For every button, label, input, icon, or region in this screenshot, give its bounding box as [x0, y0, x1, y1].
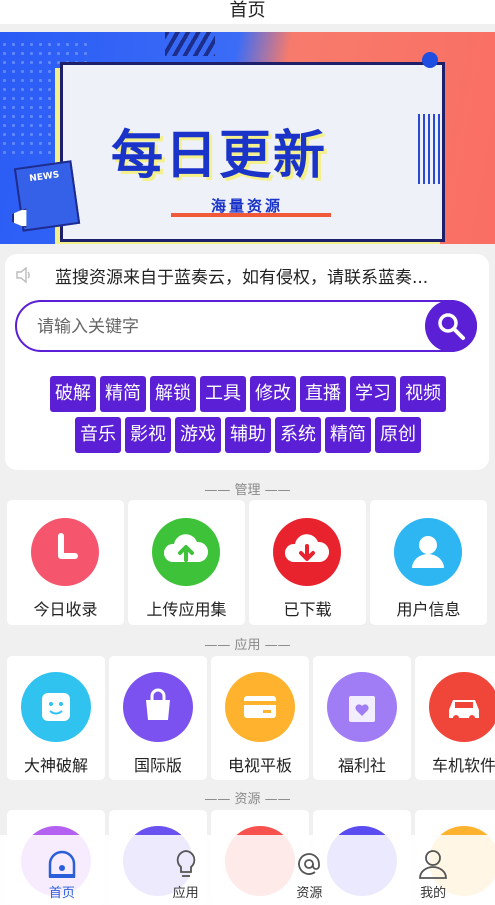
manage-upload-label: 上传应用集 — [146, 600, 227, 619]
tag-lite[interactable]: 精简 — [100, 376, 146, 412]
app-crack[interactable]: 大神破解 — [7, 656, 105, 780]
tag-lite-2[interactable]: 精简 — [325, 417, 371, 453]
banner-headline: 每日更新 — [111, 126, 328, 186]
search-icon — [438, 313, 465, 340]
search-box — [15, 300, 477, 352]
app-tv-tablet[interactable]: 电视平板 — [211, 656, 309, 780]
tab-apps-label: 应用 — [172, 886, 199, 901]
tag-assist[interactable]: 辅助 — [225, 417, 271, 453]
manage-upload[interactable]: 上传应用集 — [128, 500, 245, 625]
tag-live[interactable]: 直播 — [300, 376, 346, 412]
section-title-manage: —— 管理 —— — [204, 483, 291, 498]
search-input[interactable] — [37, 314, 407, 340]
tab-home-label: 首页 — [48, 886, 75, 901]
wallet-card-icon — [225, 672, 295, 742]
tag-tools[interactable]: 工具 — [200, 376, 246, 412]
news-badge-text: NEWS — [28, 170, 60, 185]
tab-apps[interactable]: 应用 — [124, 835, 248, 905]
notice-bar[interactable]: 蓝搜资源来自于蓝奏云，如有侵权，请联系蓝奏... — [15, 262, 485, 288]
apps-grid: 大神破解 国际版 电视平板 福利社 车机软件 — [7, 656, 495, 780]
tag-video[interactable]: 视频 — [400, 376, 446, 412]
banner-stripes — [165, 32, 215, 56]
tag-original[interactable]: 原创 — [375, 417, 421, 453]
tag-cloud: 破解 精简 解锁 工具 修改 直播 学习 视频 音乐 影视 游戏 辅助 系统 精… — [17, 376, 479, 458]
tag-unlock[interactable]: 解锁 — [150, 376, 196, 412]
user-icon — [394, 518, 462, 586]
tag-modify[interactable]: 修改 — [250, 376, 296, 412]
lightbulb-icon — [169, 847, 203, 885]
manage-today-label: 今日收录 — [33, 600, 98, 619]
tag-games[interactable]: 游戏 — [175, 417, 221, 453]
tab-mine-label: 我的 — [420, 886, 447, 901]
tag-row-2: 音乐 影视 游戏 辅助 系统 精简 原创 — [17, 417, 479, 453]
tag-study[interactable]: 学习 — [350, 376, 396, 412]
app-crack-label: 大神破解 — [23, 756, 88, 775]
speaker-icon — [15, 266, 33, 284]
banner-bars-decoration — [418, 114, 442, 184]
manage-downloaded[interactable]: 已下载 — [249, 500, 366, 625]
app-welfare-label: 福利社 — [337, 756, 386, 775]
app-car-label: 车机软件 — [431, 756, 495, 775]
search-button[interactable] — [425, 300, 477, 352]
heart-box-icon — [327, 672, 397, 742]
tag-movies[interactable]: 影视 — [125, 417, 171, 453]
app-international-label: 国际版 — [133, 756, 182, 775]
tab-resources[interactable]: 资源 — [248, 835, 372, 905]
tag-system[interactable]: 系统 — [275, 417, 321, 453]
tag-row-1: 破解 精简 解锁 工具 修改 直播 学习 视频 — [17, 376, 479, 412]
manage-downloaded-label: 已下载 — [283, 600, 332, 619]
manage-user-info-label: 用户信息 — [396, 600, 461, 619]
section-title-resources: —— 资源 —— — [204, 792, 291, 807]
tag-music[interactable]: 音乐 — [75, 417, 121, 453]
banner-dot-decoration — [422, 52, 438, 68]
manage-grid: 今日收录 上传应用集 已下载 用户信息 — [7, 500, 487, 625]
manage-user-info[interactable]: 用户信息 — [370, 500, 487, 625]
at-sign-icon — [292, 847, 326, 885]
page-title: 首页 — [0, 0, 495, 24]
app-welfare[interactable]: 福利社 — [313, 656, 411, 780]
car-icon — [429, 672, 495, 742]
tab-mine[interactable]: 我的 — [371, 835, 495, 905]
cloud-upload-icon — [152, 518, 220, 586]
section-title-apps: —— 应用 —— — [204, 638, 291, 653]
shopping-bag-icon — [123, 672, 193, 742]
manage-today[interactable]: 今日收录 — [7, 500, 124, 625]
search-panel: 蓝搜资源来自于蓝奏云，如有侵权，请联系蓝奏... 破解 精简 解锁 工具 修改 … — [5, 254, 489, 470]
clock-icon — [31, 518, 99, 586]
app-tv-tablet-label: 电视平板 — [227, 756, 292, 775]
promo-banner[interactable]: 每日更新 海量资源 NEWS — [0, 32, 495, 244]
banner-card: 每日更新 海量资源 — [60, 62, 445, 242]
notice-text: 蓝搜资源来自于蓝奏云，如有侵权，请联系蓝奏... — [55, 267, 429, 288]
tab-home[interactable]: 首页 — [0, 835, 124, 905]
home-icon — [45, 847, 79, 885]
cloud-download-icon — [273, 518, 341, 586]
bottom-tab-bar: 首页 应用 资源 我的 — [0, 835, 495, 905]
person-icon — [416, 847, 450, 885]
app-car[interactable]: 车机软件 — [415, 656, 495, 780]
tag-crack[interactable]: 破解 — [50, 376, 96, 412]
smiley-icon — [21, 672, 91, 742]
tab-resources-label: 资源 — [296, 886, 323, 901]
app-international[interactable]: 国际版 — [109, 656, 207, 780]
banner-underline — [171, 213, 331, 217]
